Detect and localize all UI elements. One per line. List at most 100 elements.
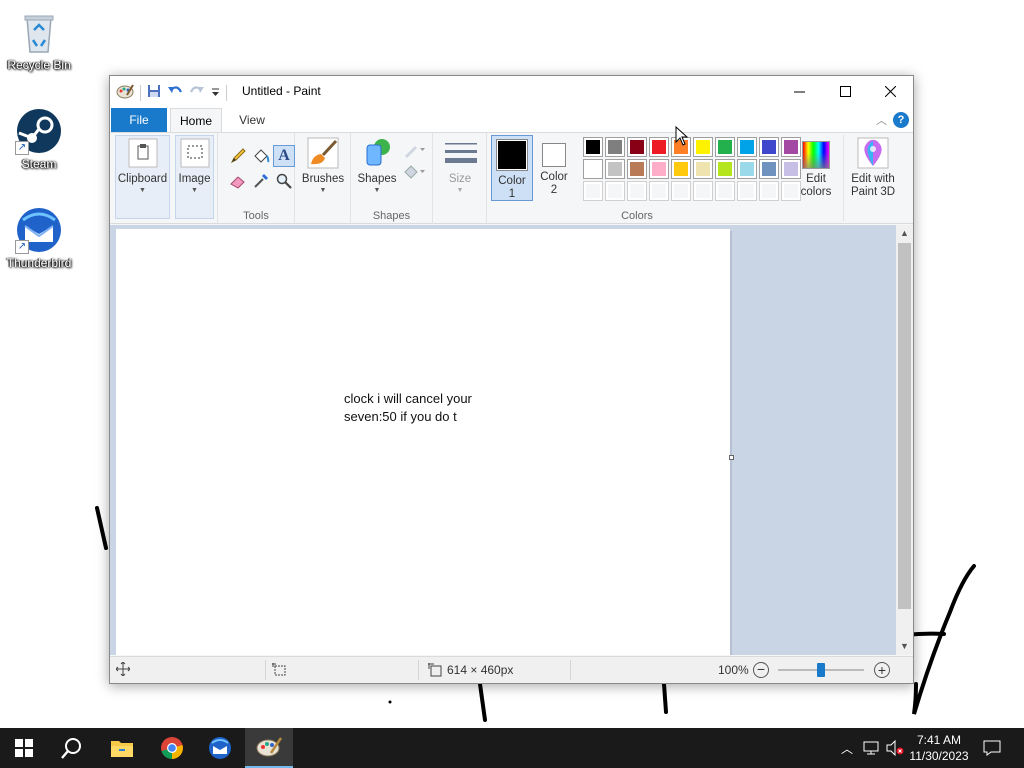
color2-number: 2 xyxy=(550,184,558,196)
search-button[interactable] xyxy=(48,728,96,768)
color-picker-tool[interactable] xyxy=(250,170,272,192)
palette-swatch[interactable] xyxy=(737,137,757,157)
swatch-fill xyxy=(696,162,710,176)
palette-swatch[interactable] xyxy=(693,159,713,179)
canvas-resize-handle[interactable] xyxy=(729,455,734,460)
brush-icon xyxy=(307,137,339,169)
fill-shape-button[interactable] xyxy=(401,161,429,183)
show-hidden-icons-chevron-up-icon[interactable]: ︿ xyxy=(838,728,856,768)
shapes-button[interactable]: Shapes ▼ xyxy=(355,135,399,195)
tab-file[interactable]: File xyxy=(111,108,167,132)
fill-tool[interactable] xyxy=(250,145,272,167)
desktop-icon-recycle-bin[interactable]: Recycle Bin xyxy=(2,8,76,72)
clipboard-label: Clipboard xyxy=(117,173,168,185)
taskbar-clock[interactable]: 7:41 AM 11/30/2023 xyxy=(906,732,972,764)
zoom-slider-track[interactable] xyxy=(778,663,864,677)
edit-with-paint3d-button[interactable]: Edit with Paint 3D xyxy=(845,135,901,199)
palette-swatch[interactable] xyxy=(759,159,779,179)
chrome-button[interactable] xyxy=(148,728,196,768)
palette-swatch[interactable] xyxy=(715,159,735,179)
palette-swatch[interactable] xyxy=(583,159,603,179)
palette-swatch[interactable] xyxy=(649,159,669,179)
palette-swatch-empty[interactable] xyxy=(649,181,669,201)
steam-icon: ↗ xyxy=(15,107,63,155)
image-button[interactable]: Image ▼ xyxy=(175,135,214,195)
swatch-fill xyxy=(718,140,732,154)
outline-button[interactable] xyxy=(401,139,429,161)
scroll-down-icon[interactable]: ▼ xyxy=(896,638,913,655)
paint-taskbar-button[interactable] xyxy=(245,728,293,768)
clipboard-icon xyxy=(127,137,159,169)
file-explorer-button[interactable] xyxy=(98,728,146,768)
color1-button[interactable]: Color 1 xyxy=(491,135,533,201)
swatch-fill xyxy=(696,140,710,154)
palette-swatch[interactable] xyxy=(627,159,647,179)
paint-app-icon[interactable] xyxy=(116,83,134,102)
help-icon[interactable]: ? xyxy=(893,112,909,128)
palette-swatch-empty[interactable] xyxy=(627,181,647,201)
palette-swatch[interactable] xyxy=(715,137,735,157)
brushes-button[interactable]: Brushes ▼ xyxy=(299,135,347,195)
drawing-canvas[interactable]: clock i will cancel your seven:50 if you… xyxy=(116,229,730,655)
tab-home[interactable]: Home xyxy=(170,108,222,133)
scroll-up-icon[interactable]: ▲ xyxy=(896,225,913,242)
notifications-button[interactable] xyxy=(980,728,1004,768)
selection-size-icon xyxy=(272,663,286,680)
magnifier-tool[interactable] xyxy=(273,170,295,192)
palette-swatch-empty[interactable] xyxy=(671,181,691,201)
palette-swatch[interactable] xyxy=(693,137,713,157)
palette-swatch-empty[interactable] xyxy=(605,181,625,201)
save-icon[interactable] xyxy=(147,84,161,101)
redo-icon[interactable] xyxy=(189,84,205,101)
eraser-tool[interactable] xyxy=(227,170,249,192)
palette-swatch-empty[interactable] xyxy=(759,181,779,201)
canvas-text-line-2: seven:50 if you do t xyxy=(344,409,457,424)
network-icon[interactable] xyxy=(860,728,882,768)
edit-colors-button[interactable]: Edit colors xyxy=(793,135,839,199)
palette-swatch[interactable] xyxy=(737,159,757,179)
palette-swatch[interactable] xyxy=(649,137,669,157)
pencil-tool[interactable] xyxy=(227,145,249,167)
desktop-icon-steam[interactable]: ↗ Steam xyxy=(2,107,76,171)
scrollbar-thumb[interactable] xyxy=(898,243,911,609)
chevron-down-icon: ▼ xyxy=(319,187,327,194)
text-tool[interactable]: A xyxy=(273,145,295,167)
zoom-out-icon[interactable]: − xyxy=(753,662,769,678)
shapes-group-label: Shapes xyxy=(372,210,411,222)
palette-swatch-empty[interactable] xyxy=(693,181,713,201)
zoom-slider-thumb[interactable] xyxy=(817,663,825,677)
palette-swatch[interactable] xyxy=(605,159,625,179)
size-button[interactable]: Size ▼ xyxy=(439,135,481,195)
group-size: Size ▼ xyxy=(433,133,487,224)
canvas-area[interactable]: clock i will cancel your seven:50 if you… xyxy=(110,225,896,655)
maximize-button[interactable] xyxy=(822,76,868,107)
start-button[interactable] xyxy=(0,728,48,768)
collapse-ribbon-icon[interactable]: ︿ xyxy=(876,112,887,128)
volume-muted-icon[interactable] xyxy=(884,728,906,768)
maximize-icon xyxy=(839,86,851,97)
palette-swatch[interactable] xyxy=(671,159,691,179)
close-button[interactable] xyxy=(867,76,913,107)
palette-swatch[interactable] xyxy=(583,137,603,157)
palette-swatch-empty[interactable] xyxy=(583,181,603,201)
notification-icon xyxy=(983,740,1001,756)
palette-swatch-empty[interactable] xyxy=(715,181,735,201)
palette-swatch[interactable] xyxy=(605,137,625,157)
minimize-button[interactable] xyxy=(776,76,822,107)
shortcut-arrow-icon: ↗ xyxy=(15,240,29,254)
palette-swatch[interactable] xyxy=(627,137,647,157)
customize-qat-icon[interactable] xyxy=(211,86,220,100)
tab-view[interactable]: View xyxy=(228,108,276,132)
zoom-in-icon[interactable]: + xyxy=(874,662,890,678)
palette-swatch-empty[interactable] xyxy=(737,181,757,201)
desktop-icon-thunderbird[interactable]: ↗ Thunderbird xyxy=(2,206,76,270)
palette-swatch[interactable] xyxy=(759,137,779,157)
clipboard-button[interactable]: Clipboard ▼ xyxy=(116,135,169,195)
title-bar[interactable]: Untitled - Paint xyxy=(110,76,913,108)
swatch-fill xyxy=(608,140,622,154)
color2-button[interactable]: Color 2 xyxy=(535,135,573,201)
undo-icon[interactable] xyxy=(167,84,183,101)
vertical-scrollbar[interactable]: ▲ ▼ xyxy=(896,225,913,655)
separator xyxy=(226,84,227,101)
thunderbird-taskbar-button[interactable] xyxy=(196,728,244,768)
